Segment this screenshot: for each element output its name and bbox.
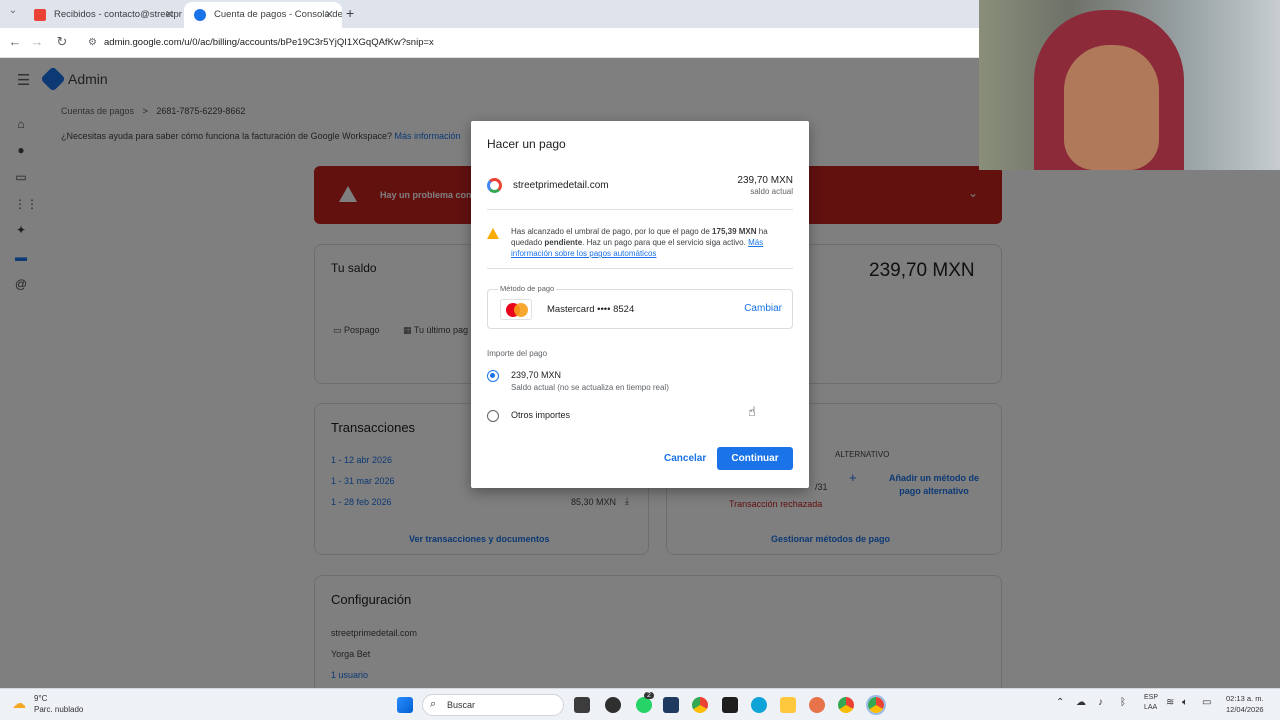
weather-temp: 9°C	[34, 694, 48, 703]
url-field[interactable]: ⚙ admin.google.com/u/0/ac/billing/accoun…	[80, 31, 980, 55]
bluetooth-icon[interactable]: ᛒ	[1120, 697, 1126, 708]
card-name: Mastercard •••• 8524	[547, 304, 635, 315]
tab-label: Recibidos - contacto@streetpri	[54, 9, 182, 20]
admin-console-icon	[194, 9, 206, 21]
taskbar-search[interactable]: ⌕ Buscar	[422, 694, 564, 716]
windows-start-icon[interactable]	[397, 697, 413, 713]
forward-icon[interactable]: →	[28, 34, 46, 49]
chrome-icon[interactable]	[692, 697, 708, 713]
cloud-icon[interactable]: ☁	[1076, 697, 1086, 708]
tab-gmail[interactable]: Recibidos - contacto@streetpri ✕	[24, 2, 182, 28]
app-icon[interactable]	[809, 697, 825, 713]
chrome-icon[interactable]	[866, 695, 886, 715]
balance-label: saldo actual	[750, 187, 793, 196]
site-info-icon[interactable]: ⚙	[88, 31, 97, 55]
terminal-icon[interactable]	[722, 697, 738, 713]
edge-icon[interactable]	[751, 697, 767, 713]
tab-search-chevron-icon[interactable]: ⌄	[4, 5, 22, 16]
taskbar: ☁ 9°C Parc. nublado ⌕ Buscar 2 ⌃ ☁ ♪ ᛒ E…	[0, 688, 1280, 720]
mastercard-icon	[500, 299, 532, 320]
search-placeholder: Buscar	[447, 700, 476, 710]
warning-amount: 175,39 MXN	[712, 227, 757, 236]
dialog-title: Hacer un pago	[487, 137, 566, 151]
microphone-icon[interactable]: ♪	[1098, 697, 1103, 708]
amount-radio-other[interactable]	[487, 410, 499, 422]
weather-desc: Parc. nublado	[34, 705, 84, 714]
method-label: Método de pago	[498, 284, 557, 293]
amount-label: Importe del pago	[487, 349, 548, 358]
new-tab-button[interactable]: +	[346, 5, 354, 21]
option-other: Otros importes	[511, 410, 571, 420]
tab-label: Cuenta de pagos - Consola de	[214, 9, 342, 20]
close-tab-icon[interactable]: ✕	[325, 2, 334, 28]
amount-radio-current[interactable]	[487, 370, 499, 382]
task-view-icon[interactable]	[574, 697, 590, 713]
cancel-button[interactable]: Cancelar	[664, 453, 706, 464]
app-icon[interactable]	[605, 697, 621, 713]
clock-time[interactable]: 02:13 a. m.	[1226, 694, 1264, 703]
webcam-overlay	[979, 0, 1280, 170]
divider	[487, 209, 793, 210]
change-method-button[interactable]: Cambiar	[744, 303, 782, 314]
clock-date[interactable]: 12/04/2026	[1226, 705, 1264, 714]
close-tab-icon[interactable]: ✕	[165, 2, 174, 28]
warning-pre: Has alcanzado el umbral de pago, por lo …	[511, 227, 710, 236]
warning-message: Has alcanzado el umbral de pago, por lo …	[511, 226, 785, 259]
url-text: admin.google.com/u/0/ac/billing/accounts…	[104, 37, 434, 48]
chevron-up-icon[interactable]: ⌃	[1056, 697, 1064, 708]
weather-icon[interactable]: ☁	[12, 695, 26, 712]
account-domain: streetprimedetail.com	[513, 180, 609, 191]
balance-amount: 239,70 MXN	[737, 175, 793, 186]
payment-method-field[interactable]: Método de pago Mastercard •••• 8524 Camb…	[487, 284, 793, 329]
continue-button[interactable]: Continuar	[717, 447, 793, 470]
payment-dialog: Hacer un pago streetprimedetail.com 239,…	[471, 121, 809, 488]
person-face	[1064, 45, 1159, 170]
wifi-icon[interactable]: ≋	[1166, 697, 1174, 708]
hand-cursor-icon: ☝	[748, 404, 756, 419]
back-icon[interactable]: ←	[6, 34, 24, 49]
option-subtext: Saldo actual (no se actualiza en tiempo …	[511, 383, 669, 392]
editor-icon[interactable]	[663, 697, 679, 713]
warning-post: . Haz un pago para que el servicio siga …	[582, 238, 746, 247]
chrome-icon[interactable]	[838, 697, 854, 713]
warning-icon	[487, 228, 499, 239]
search-icon: ⌕	[430, 698, 437, 710]
divider	[487, 268, 793, 269]
whatsapp-badge: 2	[644, 692, 654, 699]
language-top[interactable]: ESP	[1144, 694, 1158, 701]
tab-billing[interactable]: Cuenta de pagos - Consola de ✕	[184, 2, 342, 28]
reload-icon[interactable]: ↻	[53, 34, 71, 50]
gmail-icon	[34, 9, 46, 21]
google-logo-icon	[487, 178, 502, 193]
language-bottom[interactable]: LAA	[1144, 704, 1157, 711]
whatsapp-icon[interactable]	[636, 697, 652, 713]
volume-icon[interactable]: 🔈︎	[1182, 697, 1188, 708]
file-explorer-icon[interactable]	[780, 697, 796, 713]
battery-icon[interactable]: ▭	[1202, 697, 1211, 708]
option-amount: 239,70 MXN	[511, 370, 562, 380]
warning-status: pendiente	[544, 238, 583, 247]
